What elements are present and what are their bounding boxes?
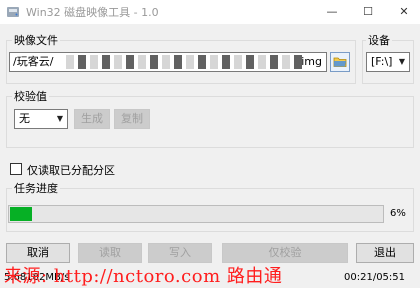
window-title: Win32 磁盘映像工具 - 1.0 [26,6,159,19]
progress-percent: 6% [390,208,406,219]
chevron-down-icon: ▼ [398,57,405,66]
device-label: 设备 [366,32,392,48]
progress-label: 任务进度 [12,180,60,196]
verify-only-button[interactable]: 仅校验 [222,243,348,263]
copy-hash-button[interactable]: 复制 [114,109,150,129]
image-path-prefix: /玩客云/ [13,55,54,68]
source-watermark: 来源: http://nctoro.com 路由通 [4,266,283,287]
folder-icon [333,57,347,67]
close-button[interactable]: ✕ [386,0,420,24]
device-selected-value: [F:\] [371,55,393,68]
chevron-down-icon: ▼ [56,114,63,123]
redacted-path-segment [66,55,304,69]
cancel-button[interactable]: 取消 [6,243,70,263]
exit-button[interactable]: 退出 [356,243,414,263]
hash-type-select[interactable]: 无 ▼ [14,109,68,129]
app-window: Win32 磁盘映像工具 - 1.0 — ☐ ✕ 映像文件 /玩客云/ img … [0,0,420,288]
image-path-suffix: img [301,55,322,68]
hash-selected-value: 无 [19,112,30,125]
read-only-allocated-checkbox[interactable] [10,163,22,175]
maximize-button[interactable]: ☐ [350,0,386,24]
write-button[interactable]: 写入 [148,243,212,263]
progress-bar [8,205,384,223]
disk-imager-icon [7,7,19,17]
image-path-input[interactable]: /玩客云/ img [9,52,327,72]
generate-hash-button[interactable]: 生成 [74,109,110,129]
browse-button[interactable] [330,52,350,72]
minimize-button[interactable]: — [314,0,350,24]
read-button[interactable]: 读取 [78,243,142,263]
read-only-allocated-label[interactable]: 仅读取已分配分区 [27,162,115,178]
device-select[interactable]: [F:\] ▼ [366,52,410,72]
progress-fill [10,207,32,221]
image-file-label: 映像文件 [12,32,60,48]
title-bar: Win32 磁盘映像工具 - 1.0 — ☐ ✕ [0,0,420,24]
hash-label: 校验值 [12,88,49,104]
elapsed-time: 00:21/05:51 [344,272,406,283]
